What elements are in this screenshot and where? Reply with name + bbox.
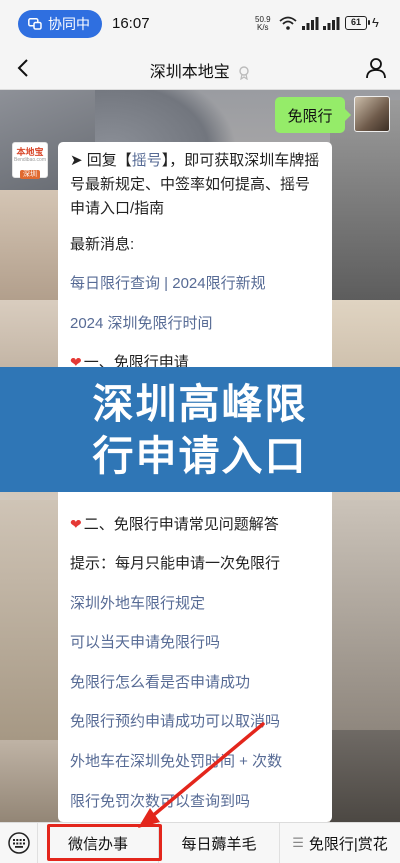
title-banner: 深圳高峰限 行申请入口	[0, 367, 400, 492]
keyboard-toggle-button[interactable]	[0, 822, 38, 863]
link-cancel-booking[interactable]: 免限行预约申请成功可以取消吗	[70, 710, 280, 731]
avatar-brand-domain: Bendibao.com	[14, 157, 46, 163]
menu-item-exemption-flowers[interactable]: ☰ 免限行|赏花	[280, 823, 400, 863]
link-2024-exemption-time[interactable]: 2024 深圳免限行时间	[70, 312, 213, 333]
link-nonlocal-restriction[interactable]: 深圳外地车限行规定	[70, 592, 205, 613]
avatar-brand-city: 深圳	[20, 170, 40, 179]
submenu-icon: ☰	[292, 835, 304, 850]
background-photo	[0, 500, 60, 740]
sync-status-pill[interactable]: 协同中	[18, 10, 102, 38]
background-photo	[330, 730, 400, 822]
charging-icon: ϟ	[372, 15, 379, 30]
tip-text: 提示：每月只能申请一次免限行	[70, 555, 281, 572]
background-photo	[0, 740, 60, 822]
section2-title: 二、免限行申请常见问题解答	[83, 516, 279, 533]
clock: 16:07	[112, 15, 150, 32]
avatar-brand-name: 本地宝	[16, 147, 44, 157]
network-speed-unit: K/s	[257, 23, 269, 32]
heart-icon: ❤	[70, 516, 82, 532]
user-message-bubble[interactable]: 免限行	[275, 97, 351, 133]
menu-item-daily-deals[interactable]: 每日薅羊毛	[159, 822, 280, 863]
intro-prefix: ➤ 回复【	[70, 152, 132, 169]
background-photo	[0, 190, 60, 300]
link-daily-restriction[interactable]: 每日限行查询 | 2024限行新规	[70, 272, 266, 293]
chat-title: 深圳本地宝	[0, 58, 400, 82]
link-exemption-time-count[interactable]: 外地车在深圳免处罚时间 + 次数	[70, 750, 282, 771]
background-photo	[330, 500, 400, 730]
menu-item-label: 免限行|赏花	[308, 835, 388, 853]
battery-indicator: 61	[345, 16, 370, 30]
bot-intro-text: ➤ 回复【摇号】，即可获取深圳车牌摇号最新规定、中签率如何提高、摇号申请入口/指…	[70, 149, 322, 221]
intro-keyword-link[interactable]: 摇号	[132, 152, 162, 169]
banner-title-line2: 行申请入口	[92, 431, 308, 480]
multi-screen-icon	[28, 18, 42, 30]
network-speed: 50.9 K/s	[255, 16, 271, 32]
menu-item-wechat-services[interactable]: 微信办事	[38, 822, 159, 863]
keyboard-icon	[7, 832, 30, 854]
chat-header: 深圳本地宝	[0, 48, 400, 90]
wifi-icon	[279, 16, 297, 30]
latest-news-label: 最新消息:	[70, 236, 135, 253]
menu-item-label: 每日薅羊毛	[181, 835, 257, 853]
signal-icon-sim2	[323, 17, 340, 30]
link-same-day-apply[interactable]: 可以当天申请免限行吗	[70, 631, 220, 652]
sync-status-label: 协同中	[48, 16, 90, 32]
official-account-profile-icon[interactable]	[364, 56, 388, 80]
verified-badge-icon	[239, 66, 249, 80]
link-query-count[interactable]: 限行免罚次数可以查询到吗	[70, 790, 250, 811]
menu-item-label: 微信办事	[67, 835, 128, 853]
status-bar: 协同中 16:07 50.9 K/s 61 ϟ	[0, 0, 400, 48]
chat-title-text: 深圳本地宝	[149, 64, 230, 81]
official-account-avatar[interactable]: 本地宝 Bendibao.com 深圳	[12, 142, 48, 179]
link-check-success[interactable]: 免限行怎么看是否申请成功	[70, 671, 250, 692]
section2-heading: ❤ 二、免限行申请常见问题解答	[70, 513, 279, 534]
bottom-menu-bar: 微信办事 每日薅羊毛 ☰ 免限行|赏花	[0, 822, 400, 863]
user-avatar[interactable]	[354, 96, 390, 132]
banner-title-line1: 深圳高峰限	[92, 379, 308, 428]
signal-icon-sim1	[302, 17, 319, 30]
